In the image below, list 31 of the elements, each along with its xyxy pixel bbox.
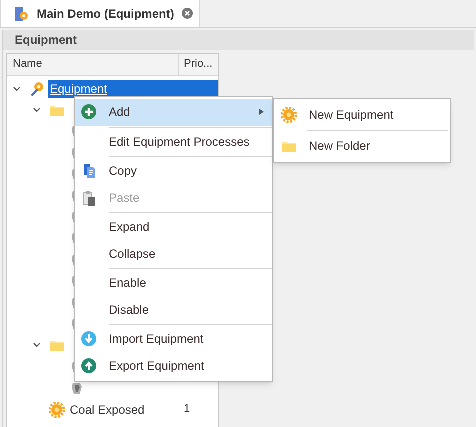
menu-item[interactable]: Enable <box>75 270 272 296</box>
wrench-gear-icon <box>29 80 45 97</box>
download-icon <box>81 331 97 348</box>
tree-item-label[interactable]: Equipment <box>48 80 218 98</box>
paste-icon <box>81 190 97 206</box>
plus-icon <box>81 104 97 120</box>
collapse-chevron-icon[interactable] <box>33 341 41 350</box>
menu-item[interactable]: Copy <box>75 158 272 184</box>
menu-item[interactable]: Disable <box>75 296 272 323</box>
gear-icon <box>49 402 65 418</box>
document-tab[interactable]: Main Demo (Equipment) <box>0 0 200 27</box>
gear-icon <box>281 107 297 123</box>
menu-item[interactable]: New Equipment <box>274 101 450 129</box>
menu-item[interactable]: Collapse <box>75 240 272 267</box>
menu-item[interactable]: Export Equipment <box>75 352 272 379</box>
upload-icon <box>81 358 97 374</box>
copy-icon <box>81 163 97 180</box>
column-header[interactable]: Prio... <box>179 54 218 75</box>
collapse-chevron-icon[interactable] <box>13 84 21 93</box>
document-gear-icon <box>13 6 29 22</box>
priority-cell-text: 1 <box>184 402 192 418</box>
close-icon[interactable] <box>182 8 194 19</box>
panel-title: Equipment <box>3 30 474 50</box>
column-header[interactable]: Name <box>7 54 179 75</box>
menu-item[interactable]: Import Equipment <box>75 326 272 352</box>
collapse-chevron-icon[interactable] <box>33 106 41 114</box>
menu-item[interactable]: Add <box>75 99 272 126</box>
menu-item[interactable]: Expand <box>75 214 272 240</box>
tree-item-label[interactable]: Coal Exposed <box>68 400 147 419</box>
menu-item[interactable]: Edit Equipment Processes <box>75 128 272 155</box>
menu-item[interactable]: New Folder <box>274 132 450 160</box>
